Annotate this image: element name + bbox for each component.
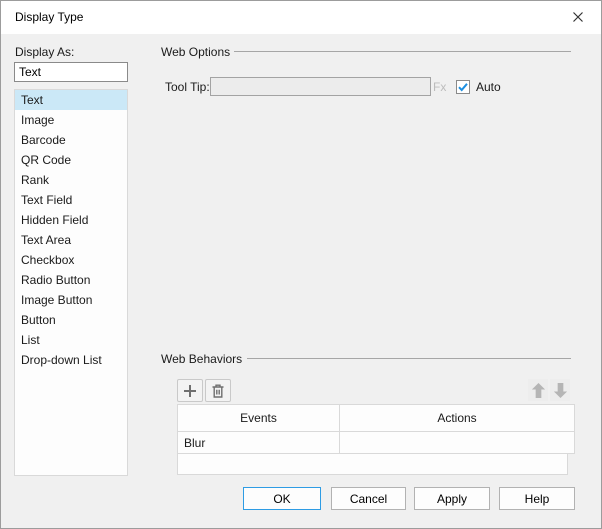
- tooltip-input: [210, 77, 431, 96]
- table-empty-area: [177, 453, 568, 475]
- list-item-image-button[interactable]: Image Button: [15, 290, 127, 310]
- ok-button[interactable]: OK: [243, 487, 321, 510]
- add-behavior-button[interactable]: [177, 379, 203, 402]
- auto-checkbox[interactable]: [456, 80, 470, 94]
- tooltip-label: Tool Tip:: [165, 80, 210, 94]
- arrow-up-icon: [531, 382, 545, 398]
- display-as-label: Display As:: [15, 45, 75, 59]
- display-type-dialog: Display Type Display As: Text Image Barc…: [0, 0, 602, 529]
- list-item-checkbox[interactable]: Checkbox: [15, 250, 127, 270]
- trash-icon: [212, 384, 224, 398]
- list-item-list[interactable]: List: [15, 330, 127, 350]
- apply-button[interactable]: Apply: [414, 487, 490, 510]
- table-row[interactable]: Blur: [177, 431, 575, 454]
- list-item-text-area[interactable]: Text Area: [15, 230, 127, 250]
- events-column-header: Events: [177, 404, 340, 432]
- checkmark-icon: [458, 83, 468, 92]
- cancel-button[interactable]: Cancel: [331, 487, 406, 510]
- actions-column-header: Actions: [339, 404, 575, 432]
- action-cell[interactable]: [339, 431, 575, 454]
- plus-icon: [184, 384, 196, 397]
- web-behaviors-rule: [247, 358, 571, 359]
- delete-behavior-button[interactable]: [205, 379, 231, 402]
- list-item-rank[interactable]: Rank: [15, 170, 127, 190]
- move-up-button: [528, 379, 548, 401]
- list-item-button[interactable]: Button: [15, 310, 127, 330]
- display-as-input[interactable]: [14, 62, 128, 82]
- table-header-row: Events Actions: [177, 404, 575, 432]
- display-type-list: Text Image Barcode QR Code Rank Text Fie…: [14, 89, 128, 476]
- titlebar: Display Type: [1, 1, 601, 34]
- fx-button-disabled: Fx: [433, 80, 447, 94]
- list-item-qr-code[interactable]: QR Code: [15, 150, 127, 170]
- auto-checkbox-label: Auto: [476, 80, 501, 94]
- web-options-rule: [234, 51, 571, 52]
- move-down-button: [550, 379, 570, 401]
- list-item-text-field[interactable]: Text Field: [15, 190, 127, 210]
- list-item-barcode[interactable]: Barcode: [15, 130, 127, 150]
- help-button[interactable]: Help: [499, 487, 575, 510]
- behaviors-table: Events Actions Blur: [177, 404, 575, 454]
- web-behaviors-title: Web Behaviors: [161, 352, 243, 366]
- event-cell[interactable]: Blur: [177, 431, 340, 454]
- list-item-radio-button[interactable]: Radio Button: [15, 270, 127, 290]
- web-options-title: Web Options: [161, 45, 231, 59]
- close-icon: [573, 12, 583, 22]
- list-item-text[interactable]: Text: [15, 90, 127, 110]
- close-button[interactable]: [557, 2, 599, 32]
- dialog-title: Display Type: [15, 10, 84, 24]
- list-item-image[interactable]: Image: [15, 110, 127, 130]
- list-item-drop-down-list[interactable]: Drop-down List: [15, 350, 127, 370]
- arrow-down-icon: [553, 382, 567, 398]
- list-item-hidden-field[interactable]: Hidden Field: [15, 210, 127, 230]
